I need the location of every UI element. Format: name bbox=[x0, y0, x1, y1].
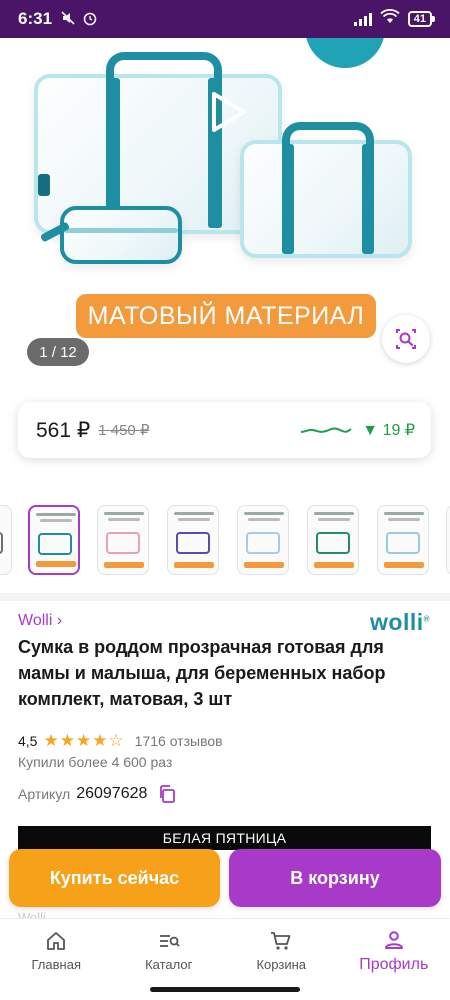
product-screen: 6:31 41 МАТОВЫЙ МАТЕРИАЛ 1 / 12 561 ₽ 1 … bbox=[0, 0, 450, 1000]
product-image-small-pouch bbox=[60, 206, 182, 264]
nav-item-cart[interactable]: Корзина bbox=[225, 919, 338, 982]
rating-stars-icon: ★★★★☆ bbox=[43, 731, 125, 750]
wifi-icon bbox=[380, 8, 400, 30]
product-image-medium-bag bbox=[240, 122, 412, 258]
add-to-cart-button[interactable]: В корзину bbox=[229, 849, 441, 907]
cart-icon bbox=[271, 932, 291, 950]
thumbnail[interactable] bbox=[446, 505, 450, 575]
article-label: Артикул bbox=[18, 786, 71, 802]
article-value: 26097628 bbox=[76, 785, 148, 802]
home-icon bbox=[47, 932, 66, 950]
reviews-count[interactable]: 1716 отзывов bbox=[135, 733, 223, 749]
bottom-navigation: Главная Каталог Корзина Профиль bbox=[0, 918, 450, 982]
play-video-icon[interactable] bbox=[206, 90, 250, 134]
nav-label-catalog: Каталог bbox=[145, 957, 193, 972]
thumbnail[interactable] bbox=[237, 505, 289, 575]
price-card[interactable]: 561 ₽ 1 450 ₽ ▼ 19 ₽ bbox=[18, 402, 431, 458]
status-icons: 41 bbox=[353, 8, 436, 30]
product-title: Сумка в роддом прозрачная готовая для ма… bbox=[18, 637, 386, 709]
gesture-bar[interactable] bbox=[150, 987, 300, 992]
decorative-circle bbox=[305, 38, 385, 68]
battery-icon: 41 bbox=[407, 11, 436, 27]
thumbnail[interactable] bbox=[167, 505, 219, 575]
profile-icon bbox=[384, 930, 403, 949]
article-row: Артикул 26097628 bbox=[18, 784, 177, 804]
nav-item-profile[interactable]: Профиль bbox=[338, 919, 450, 982]
status-time: 6:31 bbox=[18, 9, 53, 28]
image-search-icon bbox=[396, 329, 416, 349]
thumbnail-strip[interactable] bbox=[0, 505, 450, 577]
brand-link[interactable]: Wolli › bbox=[18, 612, 62, 630]
image-counter: 1 / 12 bbox=[27, 338, 89, 366]
purchase-count: Купили более 4 600 раз bbox=[18, 754, 173, 770]
matte-material-badge: МАТОВЫЙ МАТЕРИАЛ bbox=[76, 294, 376, 338]
nav-label-profile: Профиль bbox=[359, 955, 429, 973]
thumbnail[interactable] bbox=[0, 505, 12, 575]
thumbnail[interactable] bbox=[307, 505, 359, 575]
promo-banner[interactable]: БЕЛАЯ ПЯТНИЦА bbox=[18, 826, 431, 850]
rating-row[interactable]: 4,5 ★★★★☆ 1716 отзывов bbox=[18, 731, 223, 751]
product-image-gallery[interactable]: МАТОВЫЙ МАТЕРИАЛ 1 / 12 bbox=[0, 38, 450, 383]
nav-label-home: Главная bbox=[31, 957, 81, 972]
signal-icon bbox=[353, 12, 372, 26]
old-price: 1 450 ₽ bbox=[98, 422, 150, 439]
thumbnail[interactable] bbox=[377, 505, 429, 575]
status-bar: 6:31 41 bbox=[0, 0, 450, 38]
nav-item-home[interactable]: Главная bbox=[0, 919, 113, 982]
brand-logo[interactable]: wolli® bbox=[370, 609, 430, 636]
thumbnail[interactable] bbox=[97, 505, 149, 575]
buy-now-button[interactable]: Купить сейчас bbox=[9, 849, 220, 907]
current-price: 561 ₽ bbox=[36, 418, 91, 442]
copy-icon[interactable] bbox=[157, 784, 177, 804]
section-divider bbox=[0, 593, 450, 601]
alarm-icon bbox=[82, 10, 98, 29]
mute-icon bbox=[60, 10, 76, 29]
nav-item-catalog[interactable]: Каталог bbox=[113, 919, 226, 982]
brand-logo-text: wolli bbox=[370, 609, 424, 635]
nav-label-cart: Корзина bbox=[256, 957, 307, 972]
price-trend: ▼ 19 ₽ bbox=[300, 420, 415, 440]
search-similar-button[interactable] bbox=[382, 315, 430, 363]
catalog-icon bbox=[159, 935, 180, 947]
thumbnail-selected[interactable] bbox=[28, 505, 80, 575]
price-drop: ▼ 19 ₽ bbox=[362, 422, 415, 439]
rating-value: 4,5 bbox=[18, 733, 38, 749]
price-history-sparkline-icon bbox=[301, 427, 352, 433]
